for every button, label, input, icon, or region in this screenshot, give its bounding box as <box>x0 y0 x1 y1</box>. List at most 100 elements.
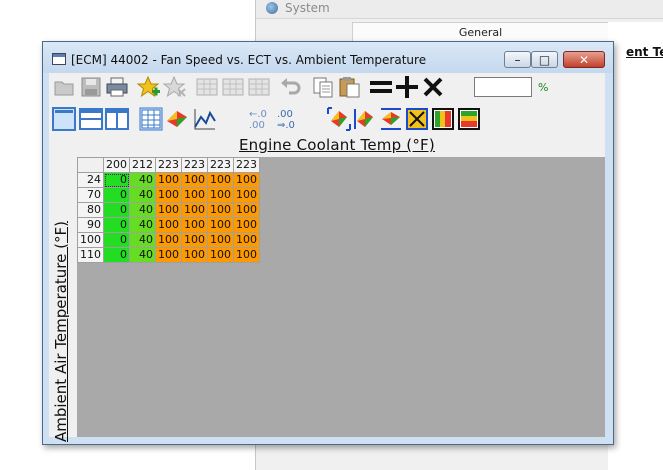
svg-text:.00: .00 <box>249 120 265 131</box>
table-cell[interactable]: 40 <box>129 202 156 218</box>
select-fill-icon[interactable] <box>405 107 429 131</box>
decrease-decimal-icon[interactable]: ←.0.00 <box>249 107 273 131</box>
print-icon[interactable] <box>105 75 129 99</box>
table-row: 100 0 40 100 100 100 100 <box>77 232 260 248</box>
table-cell[interactable]: 40 <box>129 172 156 188</box>
minimize-button[interactable]: – <box>504 51 531 68</box>
background-titlebar: System <box>256 0 663 19</box>
table-cell[interactable]: 100 <box>207 202 234 218</box>
table-cell[interactable]: 100 <box>181 232 208 248</box>
background-window-title: System <box>285 1 330 15</box>
table-editor-window: [ECM] 44002 - Fan Speed vs. ECT vs. Ambi… <box>42 41 614 445</box>
table-cell[interactable]: 100 <box>207 247 234 263</box>
view-split-vertical-icon[interactable] <box>105 107 129 131</box>
table-cell[interactable]: 100 <box>155 217 182 233</box>
fill-vertical-icon[interactable] <box>457 107 481 131</box>
undo-icon[interactable] <box>279 75 303 99</box>
multiply-icon[interactable] <box>421 75 445 99</box>
table-cell[interactable]: 100 <box>233 247 260 263</box>
view-single-icon[interactable] <box>52 107 76 131</box>
table-cell[interactable]: 100 <box>155 187 182 203</box>
table-cell[interactable]: 100 <box>207 232 234 248</box>
table-cell[interactable]: 0 <box>103 217 130 233</box>
table-cell[interactable]: 40 <box>129 232 156 248</box>
background-panel <box>608 22 663 470</box>
column-header[interactable]: 223 <box>207 157 234 173</box>
table-cell[interactable]: 100 <box>181 247 208 263</box>
table-cell[interactable]: 100 <box>233 232 260 248</box>
copy-icon[interactable] <box>311 75 335 99</box>
row-header[interactable]: 70 <box>77 187 104 203</box>
maximize-button[interactable]: □ <box>531 51 558 68</box>
column-header[interactable]: 223 <box>155 157 182 173</box>
table-cell[interactable]: 100 <box>181 202 208 218</box>
table-row: 110 0 40 100 100 100 100 <box>77 247 260 263</box>
table-view-icon[interactable] <box>139 107 163 131</box>
table-cell[interactable]: 100 <box>233 187 260 203</box>
set-equal-icon[interactable] <box>369 75 393 99</box>
table-cell[interactable]: 100 <box>155 202 182 218</box>
table-cell[interactable]: 40 <box>129 217 156 233</box>
close-button[interactable]: ✕ <box>563 51 605 68</box>
row-header[interactable]: 90 <box>77 217 104 233</box>
table-cell[interactable]: 100 <box>155 232 182 248</box>
table-cell[interactable]: 100 <box>207 217 234 233</box>
add-icon[interactable] <box>395 75 419 99</box>
table-cell[interactable]: 40 <box>129 247 156 263</box>
table-cell[interactable]: 100 <box>181 187 208 203</box>
svg-text:←.0: ←.0 <box>249 109 267 120</box>
column-header[interactable]: 200 <box>103 157 130 173</box>
y-axis-label: Ambient Air Temperature (°F) <box>52 221 70 442</box>
fill-horizontal-icon[interactable] <box>431 107 455 131</box>
table-cell[interactable]: 100 <box>181 217 208 233</box>
add-favorite-icon[interactable] <box>137 75 161 99</box>
table-cell[interactable]: 100 <box>155 172 182 188</box>
percent-label: % <box>538 81 549 94</box>
row-header[interactable]: 80 <box>77 202 104 218</box>
tab-general[interactable]: General <box>352 22 609 42</box>
table-grid-icon-b[interactable] <box>221 75 245 99</box>
table-row: 80 0 40 100 100 100 100 <box>77 202 260 218</box>
percent-input[interactable] <box>474 77 532 97</box>
table-cell[interactable]: 0 <box>103 172 130 188</box>
remove-favorite-icon[interactable] <box>163 75 187 99</box>
table-cell[interactable]: 0 <box>103 232 130 248</box>
window-titlebar[interactable]: [ECM] 44002 - Fan Speed vs. ECT vs. Ambi… <box>43 42 613 73</box>
smooth-icon[interactable] <box>379 107 403 131</box>
table-grid-icon-c[interactable] <box>247 75 271 99</box>
save-icon[interactable] <box>79 75 103 99</box>
table-cell[interactable]: 0 <box>103 247 130 263</box>
table-cell[interactable]: 100 <box>155 247 182 263</box>
interpolate-vertical-icon[interactable] <box>353 107 377 131</box>
increase-decimal-icon[interactable]: .00 ⇒.0 <box>277 107 301 131</box>
table-cell[interactable]: 40 <box>129 187 156 203</box>
table-grid-icon-a[interactable] <box>195 75 219 99</box>
header-row: 200 212 223 223 223 223 <box>77 157 260 173</box>
table-cell[interactable]: 0 <box>103 202 130 218</box>
graph-view-icon[interactable] <box>193 107 217 131</box>
paste-icon[interactable] <box>337 75 361 99</box>
table-row: 70 0 40 100 100 100 100 <box>77 187 260 203</box>
row-header[interactable]: 24 <box>77 172 104 188</box>
table-cell[interactable]: 100 <box>207 187 234 203</box>
table-corner <box>77 157 104 173</box>
open-icon[interactable] <box>53 75 77 99</box>
row-header[interactable]: 110 <box>77 247 104 263</box>
x-axis-label: Engine Coolant Temp (°F) <box>239 136 435 154</box>
3d-view-icon[interactable] <box>165 107 189 131</box>
view-split-horizontal-icon[interactable] <box>79 107 103 131</box>
table-cell[interactable]: 100 <box>207 172 234 188</box>
table-row: 90 0 40 100 100 100 100 <box>77 217 260 233</box>
table-cell[interactable]: 100 <box>181 172 208 188</box>
table-row: 24 0 40 100 100 100 100 <box>77 172 260 188</box>
table-cell[interactable]: 100 <box>233 172 260 188</box>
background-clipped-heading: ent Tem <box>626 45 663 59</box>
column-header[interactable]: 223 <box>181 157 208 173</box>
table-cell[interactable]: 100 <box>233 217 260 233</box>
table-cell[interactable]: 0 <box>103 187 130 203</box>
column-header[interactable]: 223 <box>233 157 260 173</box>
column-header[interactable]: 212 <box>129 157 156 173</box>
table-cell[interactable]: 100 <box>233 202 260 218</box>
interpolate-horizontal-icon[interactable] <box>327 107 351 131</box>
row-header[interactable]: 100 <box>77 232 104 248</box>
